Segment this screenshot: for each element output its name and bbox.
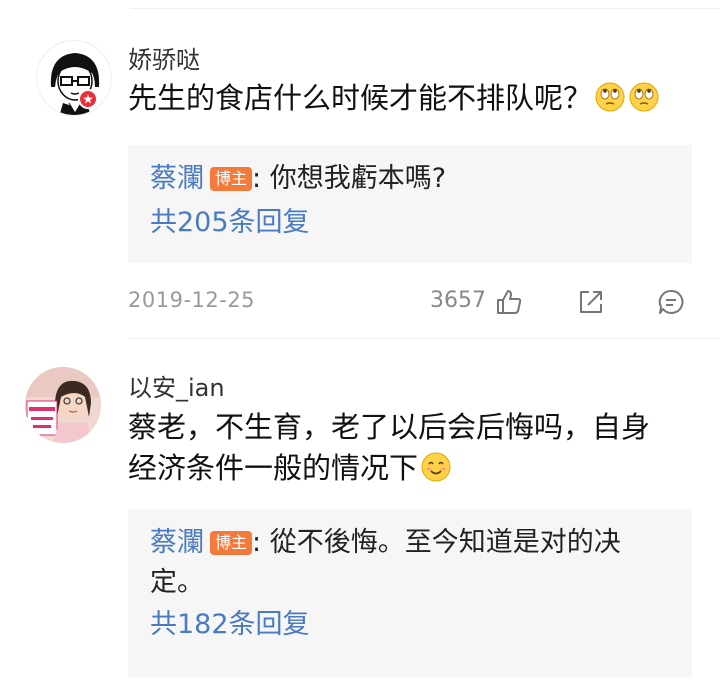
view-replies-link[interactable]: 共205条回复 <box>150 203 670 243</box>
verified-badge-icon <box>78 89 98 109</box>
reply-line: 定。 <box>150 567 204 598</box>
comment-icon[interactable] <box>656 287 686 317</box>
avatar[interactable] <box>25 367 101 443</box>
comment-body-line-text: 经济条件一般的情况下 <box>128 451 419 485</box>
comment-divider <box>128 338 720 339</box>
username[interactable]: 以安_ian <box>128 368 225 403</box>
reply-line: 蔡瀾 博主: 從不後悔。至今知道是对的决 <box>150 523 670 563</box>
smile-emoji <box>421 452 451 482</box>
view-replies-link[interactable]: 共182条回复 <box>150 605 670 645</box>
reply-text: : 從不後悔。至今知道是对的决 <box>252 527 621 558</box>
host-badge: 博主 <box>210 167 253 191</box>
comment-date: 2019-12-25 <box>128 288 256 312</box>
comment-body: 先生的食店什么时候才能不排队呢？ <box>128 81 593 115</box>
avatar[interactable] <box>36 40 112 116</box>
comment-text: 蔡老，不生育，老了以后会后悔吗，自身 经济条件一般的情况下 <box>128 407 688 489</box>
username[interactable]: 娇骄哒 <box>128 40 200 75</box>
share-icon[interactable] <box>576 287 606 317</box>
reply-author[interactable]: 蔡瀾 <box>150 163 204 194</box>
comment-text: 先生的食店什么时候才能不排队呢？ <box>128 78 660 119</box>
reply-box[interactable]: 蔡瀾 博主: 你想我虧本嗎? 共205条回复 <box>128 145 692 263</box>
reply-text: : 你想我虧本嗎? <box>252 163 447 194</box>
like-count[interactable]: 3657 <box>430 288 486 313</box>
comment-body-line: 经济条件一般的情况下 <box>128 448 688 489</box>
reply-line: 蔡瀾 博主: 你想我虧本嗎? <box>150 159 670 199</box>
top-divider <box>130 8 720 9</box>
rolling-eyes-emoji <box>629 82 659 112</box>
rolling-eyes-emoji <box>595 82 625 112</box>
host-badge: 博主 <box>210 531 253 555</box>
comment-body-line: 蔡老，不生育，老了以后会后悔吗，自身 <box>128 410 651 444</box>
reply-author[interactable]: 蔡瀾 <box>150 527 204 558</box>
thumbs-up-icon[interactable] <box>494 287 524 317</box>
reply-box[interactable]: 蔡瀾 博主: 從不後悔。至今知道是对的决 定。 共182条回复 <box>128 509 692 677</box>
